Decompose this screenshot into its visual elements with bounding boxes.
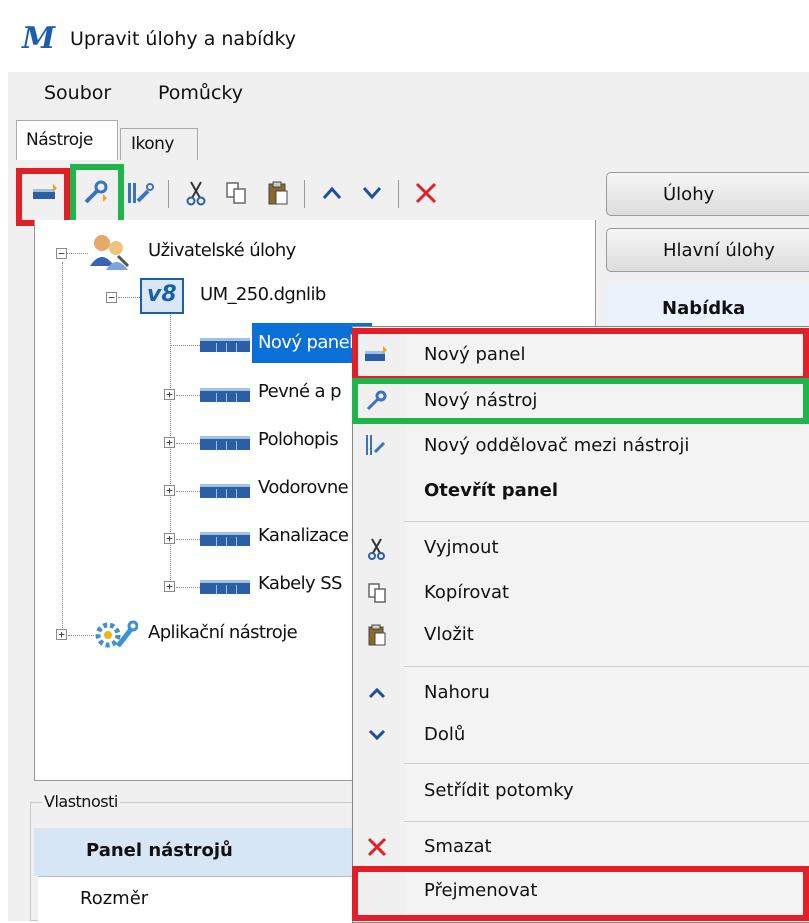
panel-icon xyxy=(200,388,250,402)
tree-node-library[interactable]: UM_250.dgnlib xyxy=(200,284,326,305)
panel-icon xyxy=(200,436,250,450)
move-up-icon[interactable] xyxy=(316,176,348,210)
toolbar-separator xyxy=(304,180,305,208)
menu-separator xyxy=(404,521,809,522)
tree-node-panel[interactable]: Kabely SS xyxy=(258,573,342,594)
expand-toggle[interactable]: + xyxy=(164,437,175,448)
menu-separator xyxy=(404,666,809,667)
expand-toggle[interactable]: + xyxy=(164,389,175,400)
expand-toggle[interactable]: + xyxy=(164,581,175,592)
users-icon xyxy=(88,232,132,276)
menu-bar xyxy=(8,72,809,118)
dgnlib-icon: v8 xyxy=(140,278,184,314)
tree-line xyxy=(176,587,200,588)
main-tasks-button-label: Hlavní úlohy xyxy=(663,240,775,261)
properties-title: Panel nástrojů xyxy=(86,840,233,861)
move-down-icon[interactable] xyxy=(356,176,388,210)
menu-cut[interactable]: Vyjmout xyxy=(424,537,499,558)
toolbar-separator xyxy=(398,180,399,208)
tasks-button-label: Úlohy xyxy=(663,184,715,205)
tab-tools-label: Nástroje xyxy=(26,130,93,150)
new-separator-icon xyxy=(364,432,390,458)
tasks-button[interactable]: Úlohy xyxy=(606,172,809,216)
tree-line xyxy=(68,635,94,636)
tree-line xyxy=(170,310,171,588)
tree-node-panel[interactable]: Pevné a p xyxy=(258,381,342,402)
menu-panel-title[interactable]: Nabídka xyxy=(662,298,745,319)
tree-node-new-panel[interactable]: Nový panel xyxy=(258,332,354,353)
tree-node-app-tools[interactable]: Aplikační nástroje xyxy=(148,622,298,643)
paste-icon[interactable] xyxy=(262,176,294,210)
properties-label: Vlastnosti xyxy=(42,792,120,811)
expand-toggle[interactable]: + xyxy=(56,629,67,640)
cut-icon xyxy=(364,536,390,562)
main-tasks-button[interactable]: Hlavní úlohy xyxy=(606,228,809,272)
window-title: Upravit úlohy a nabídky xyxy=(70,28,297,50)
properties-row-label: Rozměr xyxy=(80,888,149,909)
new-separator-icon[interactable] xyxy=(124,176,156,210)
tree-line xyxy=(62,262,63,634)
tree-node-user-tasks[interactable]: Uživatelské úlohy xyxy=(148,240,296,261)
expand-toggle[interactable]: + xyxy=(164,533,175,544)
menu-separator xyxy=(404,821,809,822)
tab-tools[interactable]: Nástroje xyxy=(16,120,118,162)
app-tools-icon xyxy=(94,618,139,656)
app-logo-icon: M xyxy=(22,21,56,56)
tree-line xyxy=(118,297,140,298)
expand-toggle[interactable]: + xyxy=(164,485,175,496)
highlight-new-panel xyxy=(16,168,70,226)
tree-node-panel[interactable]: Vodorovne xyxy=(258,477,349,498)
panel-icon xyxy=(200,532,250,546)
highlight-new-tool xyxy=(70,164,124,226)
menu-separator xyxy=(404,763,809,764)
tree-line xyxy=(176,491,200,492)
toolbar-separator xyxy=(168,180,169,208)
cut-icon[interactable] xyxy=(180,176,212,210)
panel-icon xyxy=(200,580,250,594)
highlight-menu-new-tool xyxy=(352,378,809,424)
tab-icons-label: Ikony xyxy=(131,134,175,154)
panel-icon xyxy=(200,338,250,352)
delete-icon xyxy=(364,834,390,860)
tab-icons[interactable]: Ikony xyxy=(120,128,198,161)
menu-delete[interactable]: Smazat xyxy=(424,836,492,857)
tree-line xyxy=(176,539,200,540)
menu-down[interactable]: Dolů xyxy=(424,724,465,745)
move-down-icon xyxy=(364,722,390,748)
tree-node-panel[interactable]: Kanalizace xyxy=(258,525,349,546)
paste-icon xyxy=(364,622,390,648)
menu-sort-children[interactable]: Setřídit potomky xyxy=(424,780,574,801)
menu-soubor[interactable]: Soubor xyxy=(44,82,111,104)
menu-copy[interactable]: Kopírovat xyxy=(424,582,509,603)
tree-line xyxy=(170,345,200,346)
highlight-menu-new-panel xyxy=(352,328,809,382)
highlight-menu-rename xyxy=(352,866,809,921)
menu-pomucky[interactable]: Pomůcky xyxy=(158,82,243,104)
delete-icon[interactable] xyxy=(410,176,442,210)
copy-icon xyxy=(364,580,390,606)
menu-up[interactable]: Nahoru xyxy=(424,682,490,703)
collapse-toggle[interactable]: − xyxy=(106,292,117,303)
tree-line xyxy=(176,395,200,396)
copy-icon[interactable] xyxy=(220,176,252,210)
menu-paste[interactable]: Vložit xyxy=(424,624,474,645)
tree-line xyxy=(176,443,200,444)
menu-open-panel[interactable]: Otevřít panel xyxy=(424,480,558,501)
tree-node-panel[interactable]: Polohopis xyxy=(258,429,339,450)
move-up-icon xyxy=(364,680,390,706)
panel-icon xyxy=(200,484,250,498)
collapse-toggle[interactable]: − xyxy=(56,248,67,259)
dgnlib-badge: v8 xyxy=(147,282,177,307)
menu-new-separator[interactable]: Nový oddělovač mezi nástroji xyxy=(424,435,689,456)
